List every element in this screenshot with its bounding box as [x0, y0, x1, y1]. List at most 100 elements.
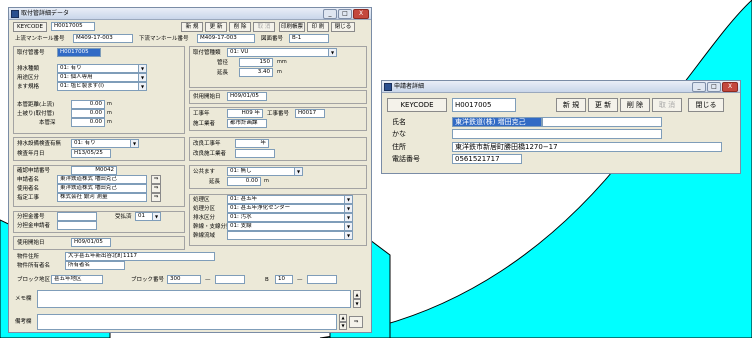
minimize-button[interactable]: _: [323, 9, 337, 19]
area-select[interactable]: 01: 甚五年 ▼: [227, 195, 353, 204]
permit-date-field[interactable]: H09/01/05: [71, 238, 111, 247]
route-select[interactable]: 01: 支線 ▼: [227, 222, 353, 231]
basin-select[interactable]: 01: 塩ビ製ます(Ⅰ) ▼: [57, 82, 147, 91]
close-window-button[interactable]: X: [722, 82, 738, 92]
share-amount-select[interactable]: 01 ▼: [135, 212, 161, 221]
chevron-down-icon[interactable]: ▼: [130, 140, 138, 147]
pipe-type-label: 取付管種類: [193, 50, 221, 56]
inspection-date-field[interactable]: H13/05/25: [71, 149, 111, 158]
address-field[interactable]: 大字甚五年新出谷北町1117: [65, 252, 215, 261]
close-button[interactable]: 閉じる: [331, 22, 355, 32]
print-list-button[interactable]: 印刷帳票: [279, 22, 305, 32]
name-field-rest[interactable]: [542, 117, 662, 127]
renew-contractor-field[interactable]: [235, 149, 275, 158]
flow-select[interactable]: ▼: [227, 231, 353, 240]
drain-use-select[interactable]: 01: 個人専用 ▼: [57, 73, 147, 82]
new-button[interactable]: 新 規: [556, 98, 586, 112]
zone-label: 処理分区: [193, 206, 216, 212]
applicant-field[interactable]: 東洋鉄道株式 増田克己: [57, 175, 147, 184]
memo-scroll-down[interactable]: ▼: [353, 299, 361, 308]
applicant-detail-button[interactable]: ⇒: [151, 175, 161, 184]
chevron-down-icon[interactable]: ▼: [344, 232, 352, 239]
chevron-down-icon[interactable]: ▼: [294, 168, 302, 175]
connection-ext-field[interactable]: 0.00: [227, 177, 261, 186]
pipe-type-select[interactable]: 01: VU ▼: [227, 48, 337, 57]
chevron-down-icon[interactable]: ▼: [138, 65, 146, 72]
remarks-field[interactable]: [37, 314, 337, 330]
block-field[interactable]: 甚五年地区: [51, 275, 103, 284]
cancel-button[interactable]: 取 消: [652, 98, 682, 112]
delete-button[interactable]: 削 除: [620, 98, 650, 112]
maximize-button[interactable]: □: [338, 9, 352, 19]
remarks-scroll-up[interactable]: ▲: [339, 314, 347, 322]
block-to-field[interactable]: 10: [275, 275, 293, 284]
title-bar[interactable]: 申請者詳細 _ □ X: [382, 81, 740, 93]
pipe-no-field[interactable]: H0017005: [57, 48, 101, 57]
chevron-down-icon[interactable]: ▼: [138, 74, 146, 81]
work-no-field[interactable]: H0017: [295, 109, 325, 118]
title-bar[interactable]: 取付管詳細データ _ □ X: [9, 8, 371, 20]
delete-button[interactable]: 削 除: [229, 22, 251, 32]
contractor-label: 施工業者: [193, 121, 216, 127]
chevron-down-icon[interactable]: ▼: [344, 196, 352, 203]
chevron-down-icon[interactable]: ▼: [344, 214, 352, 221]
close-window-button[interactable]: X: [353, 9, 369, 19]
phone-field[interactable]: 0561521717: [452, 154, 522, 164]
basin-label: ます規格: [17, 84, 40, 90]
application-no-label: 確認申請番号: [17, 168, 51, 174]
depth-main-field[interactable]: 0.00: [71, 118, 105, 127]
upper-manhole-field[interactable]: M409-17-003: [73, 34, 133, 43]
designer-detail-button[interactable]: ⇒: [151, 193, 161, 202]
dist-upper-field[interactable]: 0.00: [71, 100, 105, 109]
kana-field[interactable]: [452, 129, 662, 139]
keycode-field[interactable]: H0017005: [452, 98, 516, 112]
memo-scroll-up[interactable]: ▲: [353, 290, 361, 299]
dist-select[interactable]: 01: 汚水 ▼: [227, 213, 353, 222]
application-no-field[interactable]: M0042: [71, 166, 117, 175]
name-field[interactable]: 東洋鉄道(株) 増田克己: [452, 117, 542, 127]
user-field[interactable]: 東洋鉄道株式 増田克己: [57, 184, 147, 193]
zone-select[interactable]: 01: 甚五年浄化センター ▼: [227, 204, 353, 213]
construction-field[interactable]: H09 年: [227, 109, 263, 118]
user-detail-button[interactable]: ⇒: [151, 184, 161, 193]
keycode-field[interactable]: H0017005: [51, 22, 95, 31]
minimize-button[interactable]: _: [692, 82, 706, 92]
depth-field[interactable]: 0.00: [71, 109, 105, 118]
chevron-down-icon[interactable]: ▼: [344, 223, 352, 230]
inspection-select[interactable]: 01: 有り ▼: [71, 139, 139, 148]
block-no-field[interactable]: 300: [167, 275, 201, 284]
remarks-scroll-down[interactable]: ▼: [339, 322, 347, 330]
drain-type-select[interactable]: 01: 有り ▼: [57, 64, 147, 73]
diameter-field[interactable]: 150: [239, 58, 273, 67]
connection-select[interactable]: 01: 無し ▼: [227, 167, 303, 176]
remarks-jump-button[interactable]: ⇒: [349, 316, 363, 328]
extension-field[interactable]: 3.40: [239, 68, 273, 77]
close-button[interactable]: 閉じる: [688, 98, 724, 112]
new-button[interactable]: 新 規: [181, 22, 203, 32]
owner-field[interactable]: 所有者名: [65, 261, 125, 270]
block-to-sub-field[interactable]: [307, 275, 337, 284]
sewer-area-field[interactable]: [57, 212, 97, 221]
map-no-field[interactable]: B-1: [289, 34, 329, 43]
print-button[interactable]: 印 刷: [307, 22, 329, 32]
use-start-field[interactable]: H09/01/05: [227, 92, 267, 101]
connection-label: 公共ます: [193, 169, 216, 175]
window-title: 申請者詳細: [394, 83, 425, 90]
chevron-down-icon[interactable]: ▼: [344, 205, 352, 212]
lower-manhole-field[interactable]: M409-17-003: [197, 34, 255, 43]
chevron-down-icon[interactable]: ▼: [328, 49, 336, 56]
memo-field[interactable]: [37, 290, 351, 308]
update-button[interactable]: 更 新: [588, 98, 618, 112]
chevron-down-icon[interactable]: ▼: [152, 213, 160, 220]
sewer-applicant-field[interactable]: [57, 221, 97, 230]
maximize-button[interactable]: □: [707, 82, 721, 92]
block-sub-field[interactable]: [215, 275, 245, 284]
designer-field[interactable]: 株式会社 銀河 測量: [57, 193, 147, 202]
cancel-button[interactable]: 取 消: [253, 22, 275, 32]
permit-date-label: 使用開始日: [17, 240, 45, 246]
renew-year-field[interactable]: 年: [235, 139, 269, 148]
address-field[interactable]: 東洋鉄市新居町勝田橋1270−17: [452, 142, 722, 152]
update-button[interactable]: 更 新: [205, 22, 227, 32]
contractor-field[interactable]: 都市計画課: [227, 119, 267, 128]
chevron-down-icon[interactable]: ▼: [138, 83, 146, 90]
